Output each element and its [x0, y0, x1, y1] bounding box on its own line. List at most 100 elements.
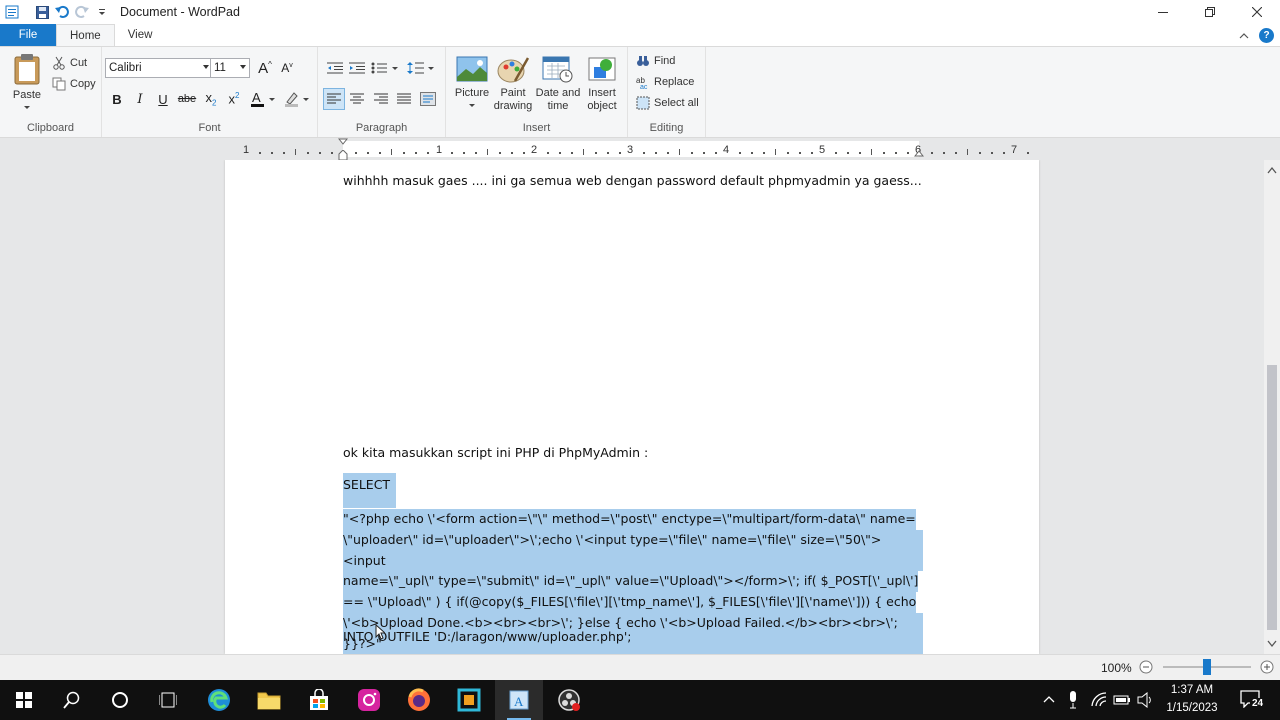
minimize-button[interactable] — [1139, 0, 1186, 24]
wifi-icon[interactable] — [1091, 692, 1107, 708]
italic-button[interactable]: I — [129, 88, 151, 110]
find-button[interactable]: Find — [636, 51, 675, 71]
taskbar-edge[interactable] — [195, 680, 243, 720]
ribbon-tabs: File Home View ? — [0, 24, 1280, 46]
vertical-scrollbar[interactable] — [1264, 160, 1280, 654]
scroll-down-icon[interactable] — [1267, 640, 1277, 648]
wordpad-icon: A — [509, 690, 529, 710]
subscript-button[interactable]: x2 — [200, 88, 222, 110]
ruler-number: 1 — [436, 144, 443, 156]
help-icon[interactable]: ? — [1259, 27, 1274, 43]
scroll-up-icon[interactable] — [1267, 166, 1277, 174]
clock-date[interactable]: 1/15/2023 — [1160, 702, 1224, 714]
font-size-select[interactable]: 11 — [210, 58, 250, 78]
ruler-tick — [907, 152, 909, 154]
battery-icon[interactable] — [1113, 693, 1131, 707]
right-indent-marker[interactable] — [914, 150, 924, 158]
taskbar-firefox[interactable] — [395, 680, 443, 720]
date-time-button[interactable]: Date and time — [535, 55, 581, 113]
show-hidden-icons-icon[interactable] — [1043, 695, 1055, 703]
insert-object-label-2: object — [587, 100, 617, 112]
ruler-tick — [679, 149, 680, 155]
align-left-button[interactable] — [323, 88, 345, 110]
firefox-icon — [408, 688, 430, 711]
font-color-button[interactable]: A — [248, 88, 278, 110]
scrollbar-thumb[interactable] — [1267, 365, 1277, 630]
decrease-indent-button[interactable] — [324, 57, 346, 79]
taskbar-instagram[interactable] — [345, 680, 393, 720]
align-center-button[interactable] — [346, 88, 368, 110]
customize-qat-icon[interactable] — [92, 2, 112, 22]
close-button[interactable] — [1233, 0, 1280, 24]
taskbar-file-explorer[interactable] — [245, 680, 293, 720]
doc-paragraph[interactable]: INTO OUTFILE 'D:/laragon/www/uploader.ph… — [343, 627, 923, 648]
tab-file[interactable]: File — [0, 24, 56, 46]
redo-icon[interactable] — [72, 2, 92, 22]
tab-home[interactable]: Home — [56, 24, 115, 46]
shrink-font-button[interactable]: Av — [276, 57, 298, 79]
document-page[interactable]: wihhhh masuk gaes .... ini ga semua web … — [225, 160, 1039, 654]
doc-paragraph[interactable]: ok kita masukkan script ini PHP di PhpMy… — [343, 443, 923, 464]
cortana-button[interactable] — [96, 680, 144, 720]
start-button[interactable] — [0, 680, 48, 720]
replace-button[interactable]: ab ac Replace — [636, 72, 694, 92]
ruler-bar[interactable]: 1 1 2 3 4 5 6 7 — [225, 138, 1039, 161]
taskbar: A 1:37 AM 1/15/2023 24 — [0, 680, 1280, 720]
copy-button[interactable]: Copy — [52, 74, 96, 94]
tab-view[interactable]: View — [115, 24, 166, 46]
ruler-tick — [751, 152, 753, 154]
undo-icon[interactable] — [52, 2, 72, 22]
folder-icon — [257, 692, 281, 710]
doc-paragraph[interactable]: wihhhh masuk gaes .... ini ga semua web … — [343, 171, 923, 192]
select-all-button[interactable]: Select all — [636, 93, 699, 113]
code-line: \"uploader\" id=\"uploader\">\';echo \'<… — [343, 529, 923, 572]
zoom-out-icon[interactable] — [1139, 660, 1153, 674]
line-spacing-button[interactable] — [406, 57, 436, 79]
first-line-indent-marker[interactable] — [338, 138, 348, 146]
grow-font-button[interactable]: A^ — [254, 57, 276, 79]
ruler-tick — [463, 152, 465, 154]
ruler-tick — [415, 152, 417, 154]
picture-button[interactable]: Picture — [454, 55, 490, 108]
insert-object-button[interactable]: Insert object — [582, 55, 622, 113]
strikethrough-button[interactable]: abe — [176, 88, 198, 110]
bullet-list-button[interactable] — [370, 57, 400, 79]
taskbar-wordpad[interactable]: A — [495, 680, 543, 720]
zoom-slider-thumb[interactable] — [1203, 659, 1211, 675]
cut-button[interactable]: Cut — [52, 53, 87, 73]
task-view-button[interactable] — [144, 680, 192, 720]
scissors-icon — [53, 56, 65, 70]
restore-button[interactable] — [1186, 0, 1233, 24]
microphone-icon[interactable] — [1068, 691, 1078, 709]
taskbar-store[interactable] — [295, 680, 343, 720]
notification-center-button[interactable]: 24 — [1232, 680, 1280, 720]
clock-time[interactable]: 1:37 AM — [1160, 684, 1224, 696]
bold-button[interactable]: B — [106, 88, 128, 110]
collapse-ribbon-icon[interactable] — [1239, 28, 1249, 42]
align-right-button[interactable] — [370, 88, 392, 110]
paint-drawing-button[interactable]: Paint drawing — [493, 55, 533, 113]
font-family-select[interactable]: Calibri — [105, 58, 213, 78]
highlight-button[interactable] — [282, 88, 312, 110]
volume-icon[interactable] — [1137, 692, 1153, 708]
superscript-button[interactable]: x2 — [223, 88, 245, 110]
zoom-level[interactable]: 100% — [1101, 661, 1132, 675]
underline-button[interactable]: U — [152, 88, 174, 110]
ruler-tick — [547, 152, 549, 154]
paragraph-dialog-button[interactable] — [417, 88, 439, 110]
svg-text:ac: ac — [640, 84, 648, 89]
code-line: name=\"_upl\" type=\"submit\" id=\"_upl\… — [343, 571, 919, 593]
increase-indent-button[interactable] — [346, 57, 368, 79]
line-spacing-icon — [407, 62, 434, 74]
taskbar-obs[interactable] — [545, 680, 593, 720]
paste-button[interactable]: Paste — [8, 53, 46, 113]
search-button[interactable] — [48, 680, 96, 720]
taskbar-laragon[interactable] — [445, 680, 493, 720]
ruler-tick — [499, 152, 501, 154]
zoom-in-icon[interactable] — [1260, 660, 1274, 674]
save-icon[interactable] — [32, 2, 52, 22]
justify-button[interactable] — [393, 88, 415, 110]
clipboard-icon — [14, 54, 40, 85]
wordpad-app-icon[interactable] — [2, 2, 22, 22]
ruler-tick — [511, 152, 513, 154]
